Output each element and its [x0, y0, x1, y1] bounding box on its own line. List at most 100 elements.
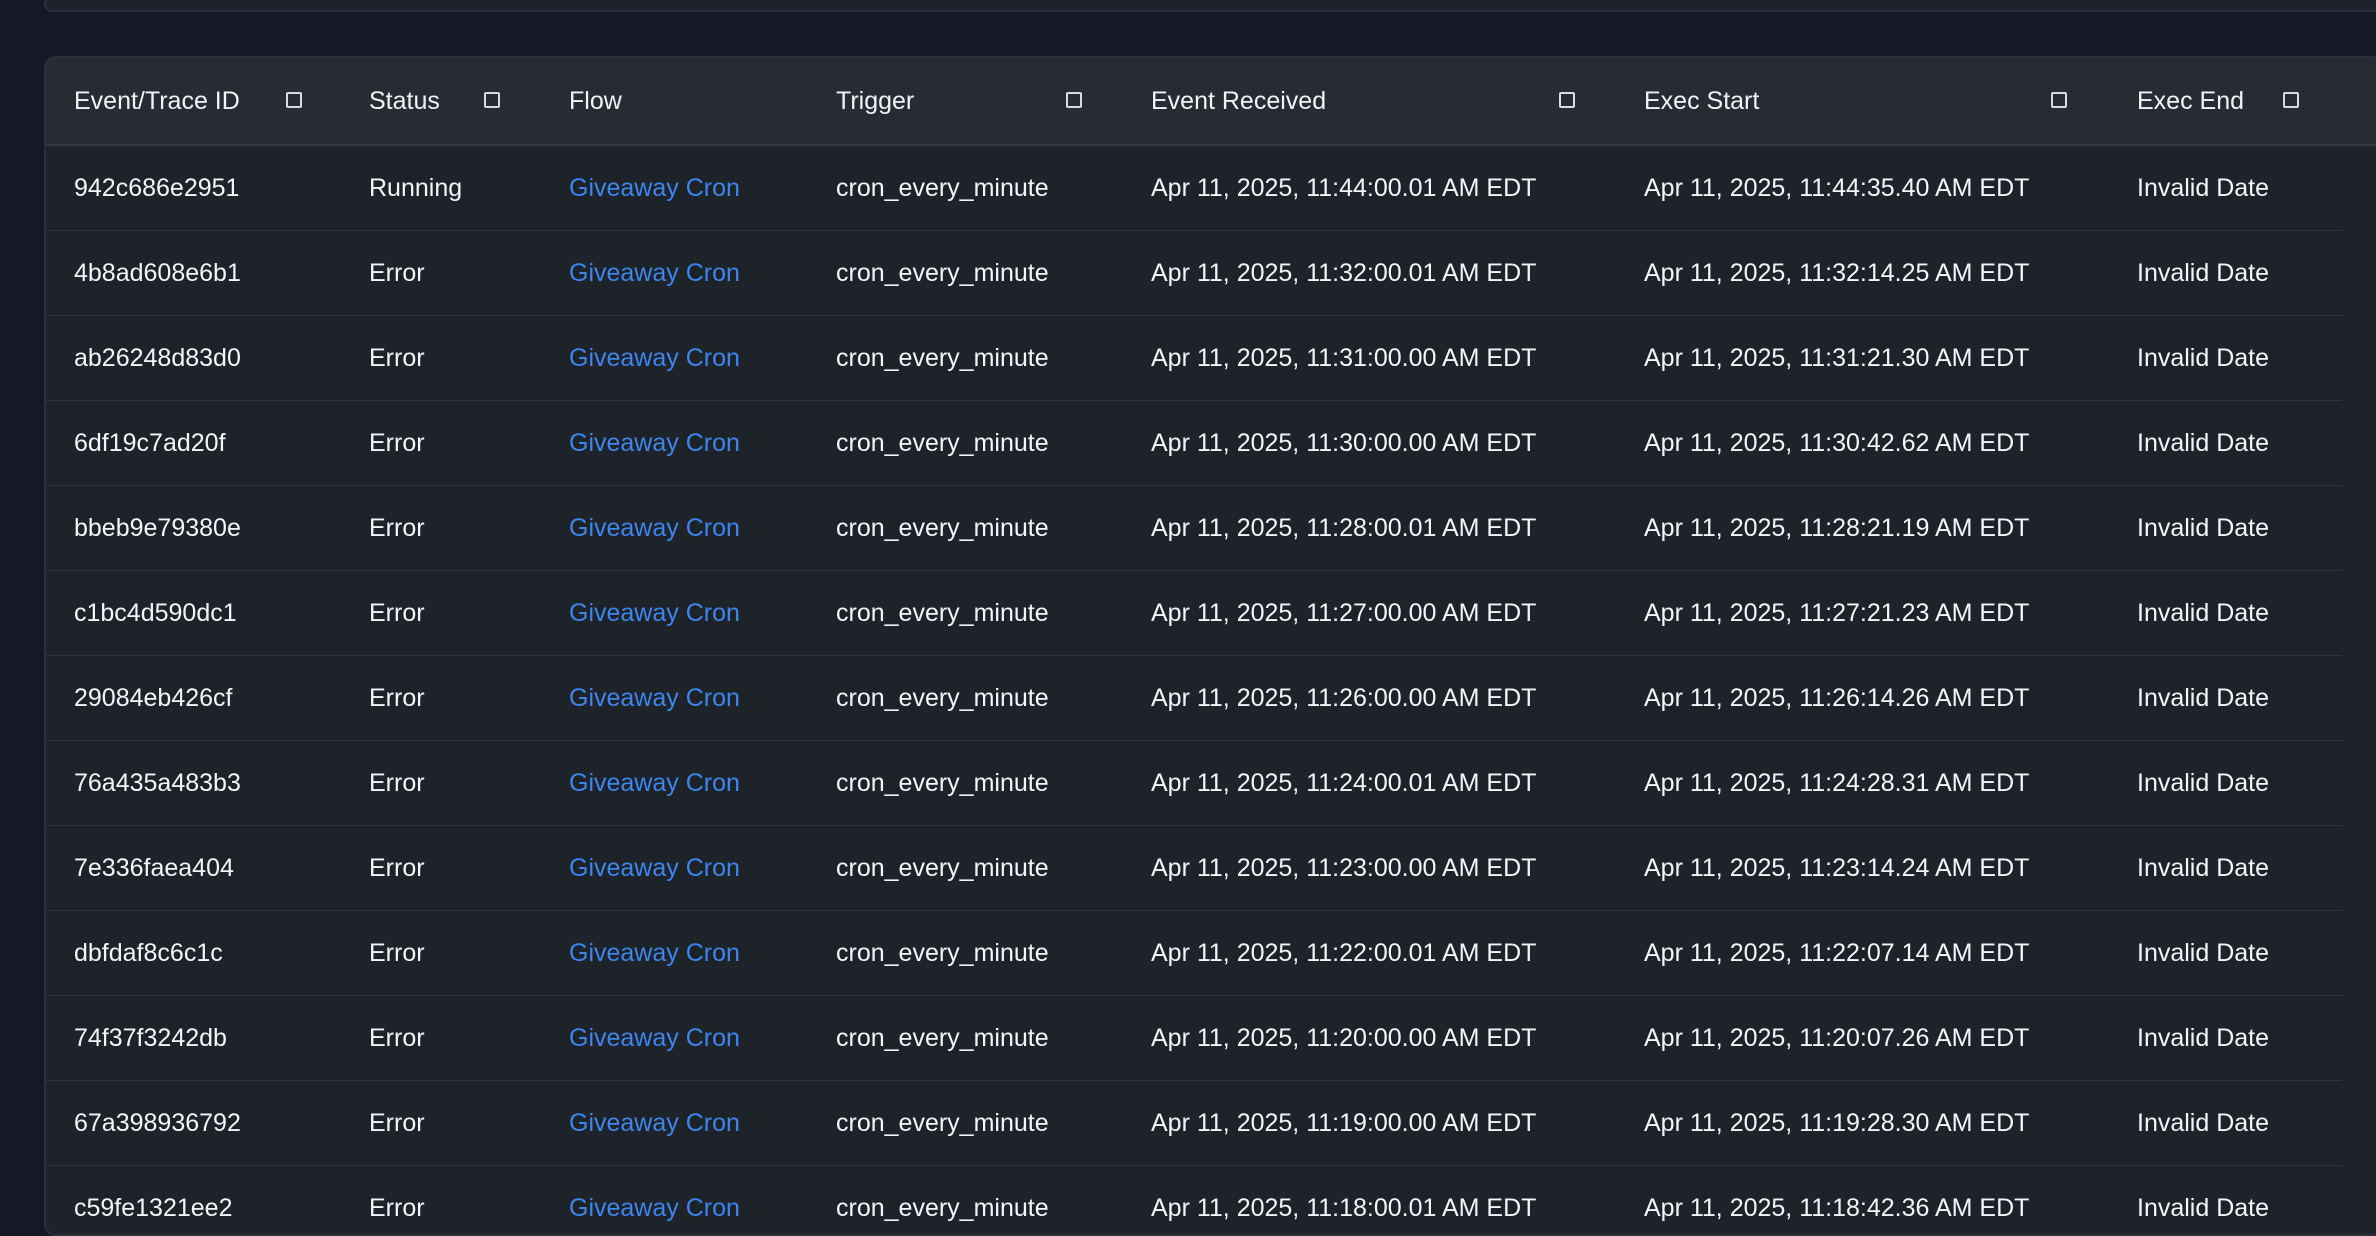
- cell-flow-link[interactable]: Giveaway Cron: [569, 486, 740, 570]
- column-header-exec-start[interactable]: Exec Start: [1644, 58, 1759, 144]
- cell-exec-start: Apr 11, 2025, 11:19:28.30 AM EDT: [1644, 1109, 2030, 1137]
- cell-exec-end: Invalid Date: [2137, 854, 2270, 882]
- cell-trigger: cron_every_minute: [836, 344, 1049, 372]
- cell-event-received: Apr 11, 2025, 11:44:00.01 AM EDT: [1151, 174, 1537, 202]
- cell-exec-end: Invalid Date: [2137, 769, 2270, 797]
- cell-exec-end: Invalid Date: [2137, 939, 2270, 967]
- cell-event-trace-id: c1bc4d590dc1: [74, 599, 237, 627]
- cell-exec-end: Invalid Date: [2137, 684, 2270, 712]
- cell-trigger: cron_every_minute: [836, 429, 1049, 457]
- cell-exec-start: Apr 11, 2025, 11:30:42.62 AM EDT: [1644, 429, 2030, 457]
- column-header-event-trace-id[interactable]: Event/Trace ID: [74, 58, 240, 144]
- table-header: Event/Trace ID Status Flow Trigger Event…: [46, 58, 2376, 146]
- cell-event-received: Apr 11, 2025, 11:19:00.00 AM EDT: [1151, 1109, 1537, 1137]
- cell-trigger: cron_every_minute: [836, 1109, 1049, 1137]
- cell-event-trace-id: bbeb9e79380e: [74, 514, 241, 542]
- table-row[interactable]: 4b8ad608e6b1 Error Giveaway Cron cron_every…: [46, 231, 2342, 316]
- cell-trigger: cron_every_minute: [836, 1024, 1049, 1052]
- events-table: Event/Trace ID Status Flow Trigger Event…: [44, 56, 2376, 1236]
- cell-exec-start: Apr 11, 2025, 11:31:21.30 AM EDT: [1644, 344, 2030, 372]
- cell-flow-link[interactable]: Giveaway Cron: [569, 401, 740, 485]
- cell-flow-link[interactable]: Giveaway Cron: [569, 1081, 740, 1165]
- cell-event-received: Apr 11, 2025, 11:26:00.00 AM EDT: [1151, 684, 1537, 712]
- cell-event-trace-id: c59fe1321ee2: [74, 1194, 233, 1222]
- column-toggle-trigger-icon[interactable]: [1066, 92, 1082, 108]
- cell-flow-link[interactable]: Giveaway Cron: [569, 996, 740, 1080]
- cell-trigger: cron_every_minute: [836, 769, 1049, 797]
- cell-event-received: Apr 11, 2025, 11:18:00.01 AM EDT: [1151, 1194, 1537, 1222]
- column-header-exec-end[interactable]: Exec End: [2137, 58, 2244, 144]
- cell-status: Error: [369, 599, 425, 627]
- cell-flow-link[interactable]: Giveaway Cron: [569, 316, 740, 400]
- cell-status: Error: [369, 684, 425, 712]
- cell-exec-start: Apr 11, 2025, 11:44:35.40 AM EDT: [1644, 174, 2030, 202]
- cell-event-trace-id: ab26248d83d0: [74, 344, 241, 372]
- cell-event-received: Apr 11, 2025, 11:32:00.01 AM EDT: [1151, 259, 1537, 287]
- column-header-event-received[interactable]: Event Received: [1151, 58, 1326, 144]
- column-header-trigger[interactable]: Trigger: [836, 58, 914, 144]
- cell-status: Error: [369, 344, 425, 372]
- cell-event-received: Apr 11, 2025, 11:24:00.01 AM EDT: [1151, 769, 1537, 797]
- cell-status: Error: [369, 939, 425, 967]
- column-toggle-status-icon[interactable]: [484, 92, 500, 108]
- cell-trigger: cron_every_minute: [836, 939, 1049, 967]
- cell-exec-start: Apr 11, 2025, 11:22:07.14 AM EDT: [1644, 939, 2030, 967]
- cell-flow-link[interactable]: Giveaway Cron: [569, 146, 740, 230]
- column-toggle-exec-end-icon[interactable]: [2283, 92, 2299, 108]
- cell-flow-link[interactable]: Giveaway Cron: [569, 231, 740, 315]
- cell-event-trace-id: 6df19c7ad20f: [74, 429, 226, 457]
- cell-flow-link[interactable]: Giveaway Cron: [569, 1166, 740, 1234]
- cell-trigger: cron_every_minute: [836, 684, 1049, 712]
- cell-event-trace-id: 4b8ad608e6b1: [74, 259, 241, 287]
- cell-exec-start: Apr 11, 2025, 11:18:42.36 AM EDT: [1644, 1194, 2030, 1222]
- cell-flow-link[interactable]: Giveaway Cron: [569, 826, 740, 910]
- cell-flow-link[interactable]: Giveaway Cron: [569, 911, 740, 995]
- cell-exec-end: Invalid Date: [2137, 514, 2270, 542]
- cell-status: Error: [369, 1109, 425, 1137]
- cell-status: Error: [369, 514, 425, 542]
- cell-trigger: cron_every_minute: [836, 514, 1049, 542]
- cell-event-received: Apr 11, 2025, 11:27:00.00 AM EDT: [1151, 599, 1537, 627]
- cell-flow-link[interactable]: Giveaway Cron: [569, 656, 740, 740]
- column-toggle-exec-start-icon[interactable]: [2051, 92, 2067, 108]
- cell-event-received: Apr 11, 2025, 11:23:00.00 AM EDT: [1151, 854, 1537, 882]
- cell-trigger: cron_every_minute: [836, 854, 1049, 882]
- table-row[interactable]: 74f37f3242db Error Giveaway Cron cron_every…: [46, 996, 2342, 1081]
- cell-status: Error: [369, 1024, 425, 1052]
- table-row[interactable]: ab26248d83d0 Error Giveaway Cron cron_every…: [46, 316, 2342, 401]
- cell-exec-start: Apr 11, 2025, 11:32:14.25 AM EDT: [1644, 259, 2030, 287]
- table-row[interactable]: c1bc4d590dc1 Error Giveaway Cron cron_every…: [46, 571, 2342, 656]
- table-row[interactable]: 6df19c7ad20f Error Giveaway Cron cron_every…: [46, 401, 2342, 486]
- cell-exec-end: Invalid Date: [2137, 344, 2270, 372]
- table-row[interactable]: 942c686e2951 Running Giveaway Cron cron_eve…: [46, 146, 2342, 231]
- cell-flow-link[interactable]: Giveaway Cron: [569, 741, 740, 825]
- cell-event-trace-id: dbfdaf8c6c1c: [74, 939, 223, 967]
- cell-status: Error: [369, 854, 425, 882]
- cell-event-trace-id: 942c686e2951: [74, 174, 240, 202]
- table-row[interactable]: bbeb9e79380e Error Giveaway Cron cron_every…: [46, 486, 2342, 571]
- table-row[interactable]: 7e336faea404 Error Giveaway Cron cron_every…: [46, 826, 2342, 911]
- cell-exec-start: Apr 11, 2025, 11:24:28.31 AM EDT: [1644, 769, 2030, 797]
- table-row[interactable]: 29084eb426cf Error Giveaway Cron cron_every…: [46, 656, 2342, 741]
- table-row[interactable]: 76a435a483b3 Error Giveaway Cron cron_every…: [46, 741, 2342, 826]
- cell-event-trace-id: 67a398936792: [74, 1109, 241, 1137]
- cell-trigger: cron_every_minute: [836, 1194, 1049, 1222]
- column-toggle-event-received-icon[interactable]: [1559, 92, 1575, 108]
- column-header-flow[interactable]: Flow: [569, 58, 622, 144]
- cell-exec-end: Invalid Date: [2137, 599, 2270, 627]
- cell-status: Running: [369, 174, 463, 202]
- cell-exec-end: Invalid Date: [2137, 174, 2270, 202]
- cell-event-received: Apr 11, 2025, 11:28:00.01 AM EDT: [1151, 514, 1537, 542]
- cell-event-trace-id: 29084eb426cf: [74, 684, 233, 712]
- column-header-status[interactable]: Status: [369, 58, 440, 144]
- table-row[interactable]: 67a398936792 Error Giveaway Cron cron_every…: [46, 1081, 2342, 1166]
- cell-flow-link[interactable]: Giveaway Cron: [569, 571, 740, 655]
- table-row[interactable]: dbfdaf8c6c1c Error Giveaway Cron cron_every…: [46, 911, 2342, 996]
- cell-trigger: cron_every_minute: [836, 174, 1049, 202]
- column-toggle-event-trace-id-icon[interactable]: [286, 92, 302, 108]
- cell-exec-start: Apr 11, 2025, 11:28:21.19 AM EDT: [1644, 514, 2030, 542]
- cell-exec-end: Invalid Date: [2137, 429, 2270, 457]
- cell-trigger: cron_every_minute: [836, 259, 1049, 287]
- cell-exec-end: Invalid Date: [2137, 1024, 2270, 1052]
- table-row[interactable]: c59fe1321ee2 Error Giveaway Cron cron_every…: [46, 1166, 2342, 1234]
